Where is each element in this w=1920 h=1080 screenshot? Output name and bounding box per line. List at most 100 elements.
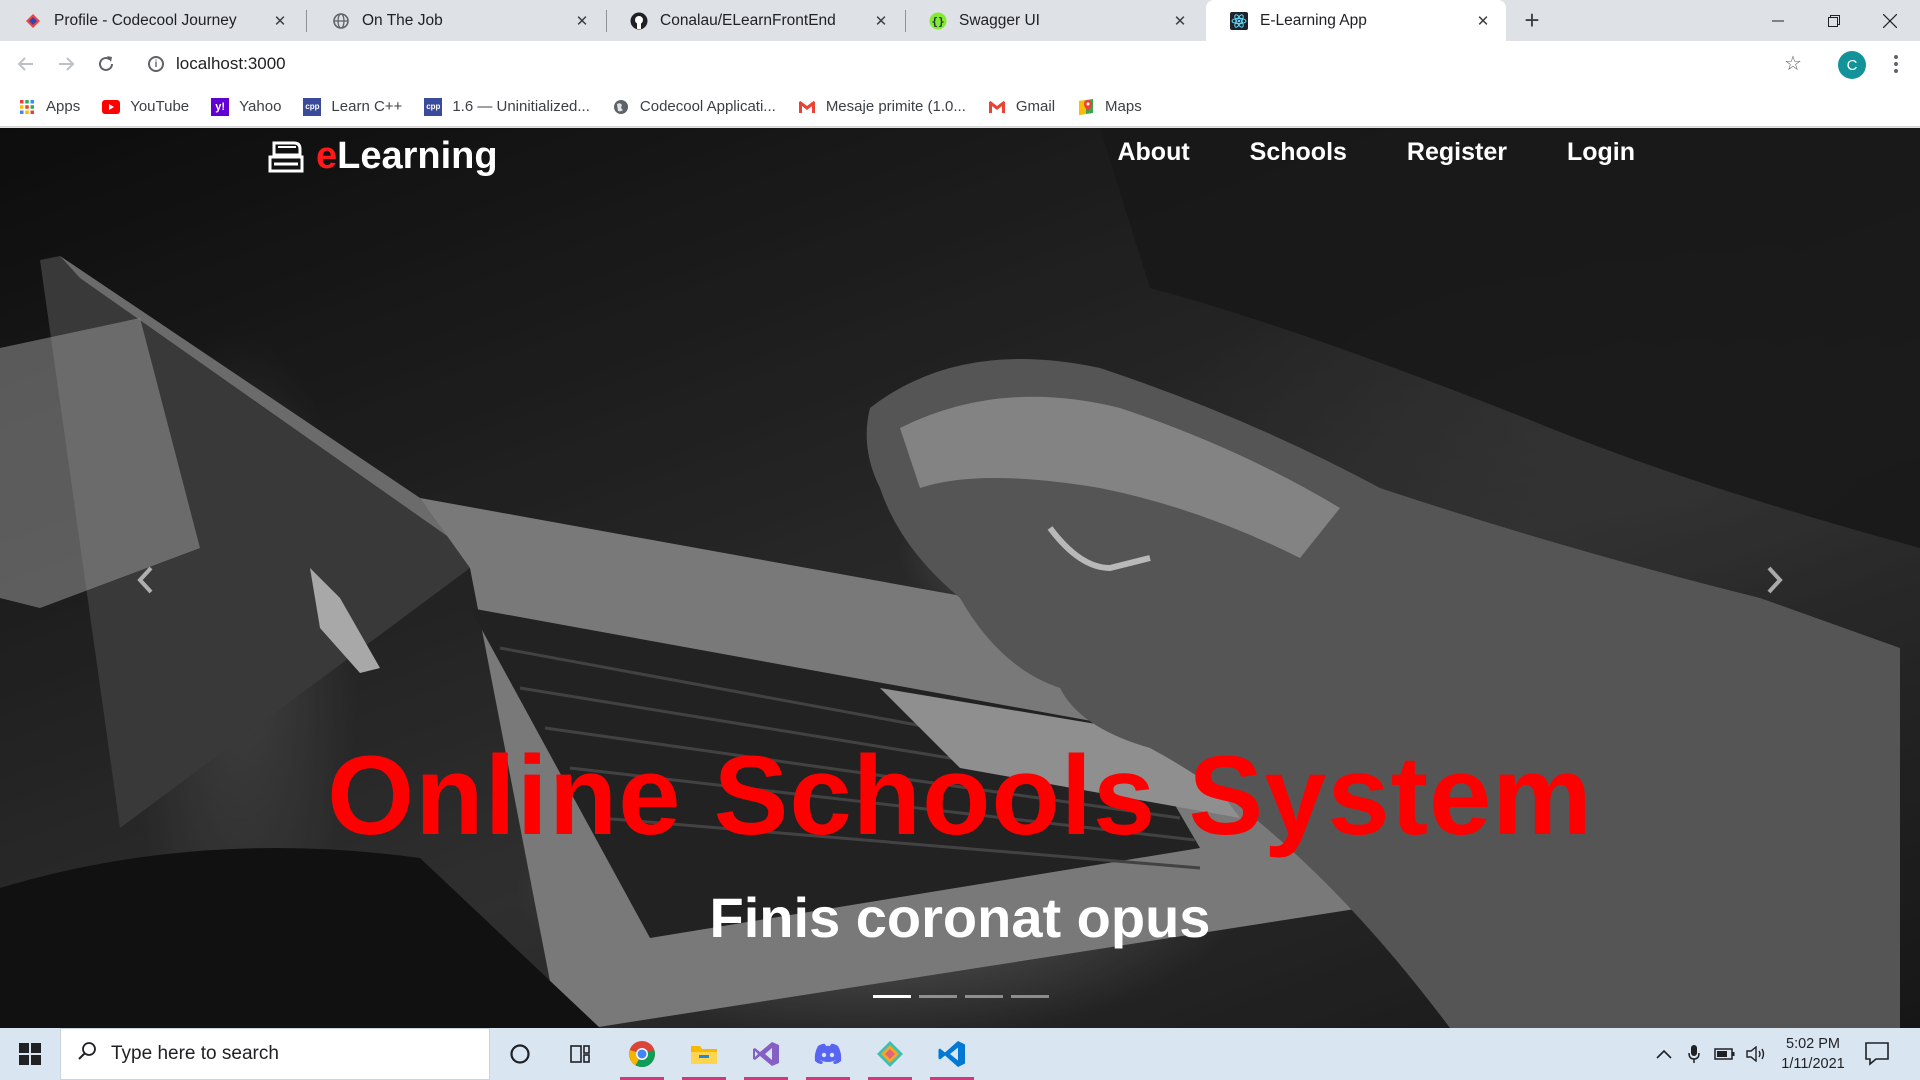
microphone-tray[interactable] [1680, 1028, 1708, 1080]
nav-about[interactable]: About [1117, 138, 1189, 167]
speaker-icon [1746, 1046, 1765, 1062]
tab-title: Swagger UI [959, 11, 1040, 29]
address-bar[interactable]: i localhost:3000 [134, 47, 1844, 81]
cpp-icon: cpp [303, 97, 322, 116]
clock-date: 1/11/2021 [1781, 1056, 1845, 1072]
bookmark-mesaje-primite[interactable]: Mesaje primite (1.0... [798, 98, 966, 116]
browser-toolbar: i localhost:3000 ☆ C [0, 41, 1920, 87]
taskbar-clock[interactable]: 5:02 PM 1/11/2021 [1770, 1034, 1856, 1074]
battery-tray[interactable] [1710, 1028, 1740, 1080]
tab-on-the-job[interactable]: On The Job ✕ [308, 0, 605, 41]
profile-avatar[interactable]: C [1838, 51, 1866, 79]
file-explorer-icon [691, 1046, 717, 1064]
close-window-button[interactable] [1862, 0, 1918, 41]
minimize-icon [1772, 20, 1784, 21]
nav-login[interactable]: Login [1567, 138, 1635, 167]
taskbar-discord[interactable] [800, 1028, 856, 1080]
bookmark-maps[interactable]: Maps [1077, 98, 1142, 116]
carousel-indicator-3[interactable] [965, 995, 1003, 998]
gmail-icon [988, 98, 1006, 116]
bookmark-apps[interactable]: Apps [18, 98, 80, 116]
react-icon [1230, 11, 1248, 30]
git-kraken-icon [877, 1041, 903, 1067]
task-view-button[interactable] [552, 1028, 608, 1080]
tab-title: E-Learning App [1260, 11, 1367, 29]
arrow-left-icon [17, 57, 33, 71]
bookmark-learn-cpp[interactable]: cpp Learn C++ [303, 97, 403, 116]
bookmark-label: Maps [1105, 98, 1142, 115]
carousel-indicator-4[interactable] [1011, 995, 1049, 998]
close-icon[interactable]: ✕ [573, 12, 591, 30]
carousel-prev-button[interactable] [130, 560, 160, 600]
brand-name: Learning [337, 135, 498, 177]
address-url[interactable]: localhost:3000 [176, 54, 286, 74]
bookmark-yahoo[interactable]: y! Yahoo [211, 97, 281, 116]
nav-register[interactable]: Register [1407, 138, 1507, 167]
maps-icon [1077, 98, 1095, 116]
cortana-icon [510, 1044, 530, 1064]
close-icon[interactable]: ✕ [872, 12, 890, 30]
tab-swagger-ui[interactable]: {} Swagger UI ✕ [905, 0, 1203, 41]
nav-schools[interactable]: Schools [1250, 138, 1347, 167]
bookmark-codecool-applications[interactable]: Codecool Applicati... [612, 98, 776, 116]
hero-subtitle: Finis coronat opus [709, 886, 1211, 949]
bookmark-gmail[interactable]: Gmail [988, 98, 1055, 116]
new-tab-button[interactable]: + [1516, 4, 1548, 36]
taskbar-vscode[interactable] [924, 1028, 980, 1080]
chevron-right-icon [1767, 566, 1783, 594]
taskbar-chrome[interactable] [614, 1028, 670, 1080]
reload-icon [99, 56, 113, 71]
tab-elearning-app[interactable]: E-Learning App ✕ [1206, 0, 1506, 41]
site-brand[interactable]: e Learning [266, 135, 498, 178]
close-icon [1883, 13, 1897, 28]
chevron-up-icon [1656, 1049, 1672, 1059]
taskbar-file-explorer[interactable] [676, 1028, 732, 1080]
bookmark-youtube[interactable]: YouTube [102, 98, 189, 116]
action-center-button[interactable] [1864, 1040, 1892, 1068]
globe-icon [332, 12, 350, 30]
volume-tray[interactable] [1742, 1028, 1770, 1080]
cortana-button[interactable] [492, 1028, 548, 1080]
tab-profile-codecool[interactable]: Profile - Codecool Journey ✕ [0, 0, 303, 41]
bookmark-label: Mesaje primite (1.0... [825, 98, 966, 115]
bookmark-label: 1.6 — Uninitialized... [452, 98, 590, 115]
bookmark-star-icon[interactable]: ☆ [1784, 51, 1802, 76]
visual-studio-icon [753, 1042, 779, 1066]
windows-taskbar: Type here to search 5:02 PM 1/11/2021 [0, 1028, 1920, 1080]
brand-prefix: e [316, 135, 338, 177]
tab-github-elearn[interactable]: Conalau/ELearnFrontEnd ✕ [606, 0, 904, 41]
minimize-button[interactable] [1750, 0, 1806, 41]
carousel-indicator-1[interactable] [873, 995, 911, 998]
hero-title: Online Schools System [327, 733, 1593, 858]
site-nav-links: About Schools Register Login [1117, 138, 1635, 167]
bookmark-label: Learn C++ [331, 98, 403, 115]
apps-grid-icon [18, 98, 36, 116]
browser-menu-icon[interactable] [1886, 49, 1906, 79]
graduation-cap-icon [268, 141, 304, 172]
show-hidden-icons-button[interactable] [1650, 1028, 1678, 1080]
yahoo-icon: y! [211, 97, 230, 116]
taskbar-git-kraken[interactable] [862, 1028, 918, 1080]
taskbar-search-input[interactable]: Type here to search [60, 1028, 490, 1080]
start-button[interactable] [0, 1028, 60, 1080]
carousel-next-button[interactable] [1760, 560, 1790, 600]
reload-button[interactable] [88, 46, 124, 82]
taskbar-visual-studio[interactable] [738, 1028, 794, 1080]
restore-button[interactable] [1806, 0, 1862, 41]
close-icon[interactable]: ✕ [1474, 12, 1492, 30]
search-icon [77, 1041, 97, 1067]
bookmark-uninitialized[interactable]: cpp 1.6 — Uninitialized... [424, 97, 590, 116]
bookmark-label: YouTube [130, 98, 190, 115]
bookmark-label: Codecool Applicati... [639, 98, 776, 115]
info-icon[interactable]: i [148, 56, 164, 72]
youtube-icon [102, 98, 121, 116]
close-icon[interactable]: ✕ [271, 12, 289, 30]
github-icon [630, 12, 648, 30]
close-icon[interactable]: ✕ [1171, 12, 1189, 30]
gmail-icon [798, 98, 816, 116]
forward-button[interactable] [48, 46, 84, 82]
back-button[interactable] [8, 46, 44, 82]
battery-icon [1714, 1048, 1735, 1060]
carousel-indicator-2[interactable] [919, 995, 957, 998]
cpp-icon: cpp [424, 97, 443, 116]
